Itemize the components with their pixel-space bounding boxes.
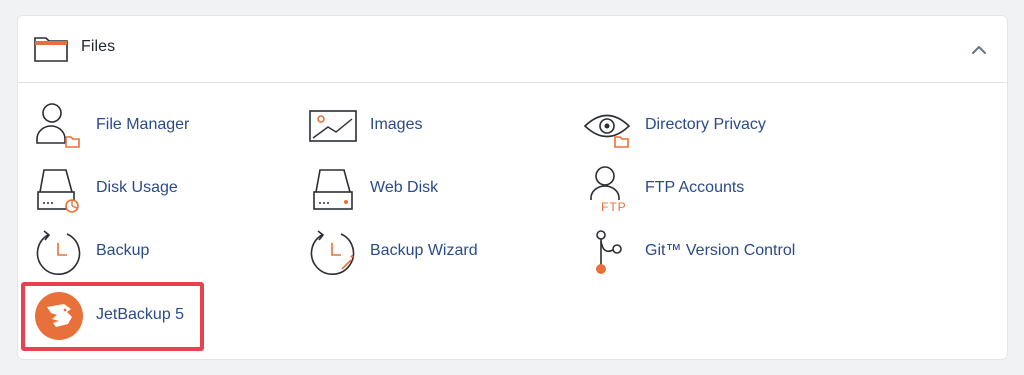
backup-icon [36,230,81,275]
git-version-control-icon [596,230,622,274]
file-manager-link[interactable]: File Manager [34,101,234,151]
svg-text:FTP: FTP [601,200,627,214]
web-disk-link[interactable]: Web Disk [308,164,508,214]
backup-link[interactable]: Backup [34,227,234,277]
item-label: Git™ Version Control [645,242,796,259]
disk-usage-icon [37,169,79,213]
directory-privacy-link[interactable]: Directory Privacy [583,101,803,151]
ftp-accounts-icon: FTP [590,166,627,214]
chevron-up-icon[interactable] [969,40,989,60]
backup-wizard-link[interactable]: Backup Wizard [308,227,508,277]
panel-header[interactable]: Files [18,16,1007,83]
web-disk-icon [313,169,353,210]
images-link[interactable]: Images [308,101,508,151]
item-label: Disk Usage [96,179,178,196]
folder-icon [34,37,68,62]
item-label: Backup [96,242,150,259]
item-label: Backup Wizard [370,242,478,259]
item-label: Directory Privacy [645,116,766,133]
item-label: Images [370,116,423,133]
item-label: FTP Accounts [645,179,745,196]
backup-wizard-icon [310,230,355,275]
disk-usage-link[interactable]: Disk Usage [34,164,234,214]
section-title: Files [81,38,116,55]
directory-privacy-icon [583,114,631,148]
file-manager-icon [36,103,80,148]
item-label: File Manager [96,116,190,133]
highlight-box [21,282,204,351]
images-icon [309,110,357,142]
item-label: Web Disk [370,179,439,196]
ftp-accounts-link[interactable]: FTP FTP Accounts [583,164,803,214]
git-version-control-link[interactable]: Git™ Version Control [583,227,823,277]
